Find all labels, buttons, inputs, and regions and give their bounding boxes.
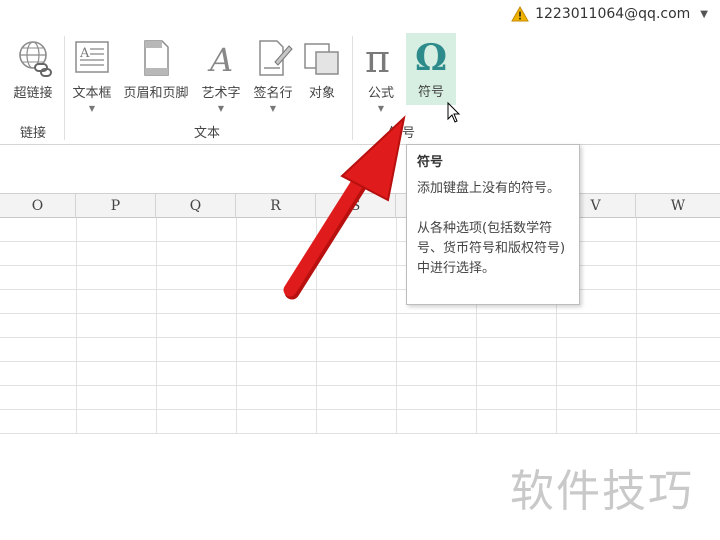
tooltip-description: 添加键盘上没有的符号。 (417, 181, 561, 196)
hyperlink-icon (19, 41, 52, 77)
textbox-icon: A (75, 41, 109, 73)
tooltip-title: 符号 (417, 155, 444, 170)
column-line (156, 218, 157, 433)
row-line (0, 361, 720, 362)
wordart-button[interactable]: A 艺术字 ▼ (196, 34, 246, 118)
column-header-r[interactable]: R (236, 194, 316, 218)
formula-area (0, 146, 720, 194)
chevron-down-icon[interactable]: ▼ (66, 104, 118, 113)
hyperlink-label: 超链接 (13, 86, 53, 101)
group-label-symbols: 符号 (388, 126, 415, 141)
column-line (236, 218, 237, 433)
ribbon-insert: 超链接 A 文本框 ▼ 页眉和页脚 A 艺术字 ▼ 签名行 ▼ 对象 π 公式 … (0, 30, 720, 145)
group-separator (352, 36, 353, 140)
header-footer-label: 页眉和页脚 (123, 86, 189, 101)
column-line (396, 218, 397, 433)
column-header-row: O P Q R S T U V W (0, 194, 720, 218)
chevron-down-icon[interactable]: ▼ (248, 104, 298, 113)
column-line (76, 218, 77, 433)
textbox-button[interactable]: A 文本框 ▼ (66, 34, 118, 118)
signature-line-button[interactable]: 签名行 ▼ (248, 34, 298, 118)
symbol-label: 符号 (417, 85, 444, 100)
svg-text:A: A (79, 46, 90, 61)
column-header-o[interactable]: O (0, 194, 76, 218)
tooltip-details: 从各种选项(包括数学符号、货币符号和版权符号)中进行选择。 (417, 221, 566, 276)
chevron-down-icon[interactable]: ▼ (196, 104, 246, 113)
row-line (0, 385, 720, 386)
group-separator (64, 36, 65, 140)
row-line (0, 289, 720, 290)
svg-text:A: A (207, 41, 233, 78)
row-line (0, 409, 720, 410)
object-icon (304, 43, 339, 75)
group-label-links: 链接 (19, 126, 46, 141)
row-line (0, 265, 720, 266)
column-header-p[interactable]: P (76, 194, 156, 218)
wordart-label: 艺术字 (201, 86, 241, 101)
equation-button[interactable]: π 公式 ▼ (356, 34, 406, 118)
object-label: 对象 (308, 86, 335, 101)
group-label-text: 文本 (193, 126, 220, 141)
row-line (0, 313, 720, 314)
column-header-q[interactable]: Q (156, 194, 236, 218)
header-footer-button[interactable]: 页眉和页脚 (118, 34, 194, 118)
equation-label: 公式 (367, 86, 394, 101)
column-header-w[interactable]: W (636, 194, 720, 218)
textbox-label: 文本框 (72, 86, 112, 101)
warning-icon (511, 6, 529, 22)
row-line (0, 337, 720, 338)
svg-text:Ω: Ω (415, 37, 447, 77)
account-email[interactable]: 1223011064@qq.com (535, 6, 690, 22)
signature-line-icon (259, 40, 293, 76)
symbol-button[interactable]: Ω 符号 (406, 33, 456, 105)
account-area[interactable]: 1223011064@qq.com ▼ (511, 3, 708, 25)
chevron-down-icon[interactable]: ▼ (356, 104, 406, 113)
signature-line-label: 签名行 (253, 86, 293, 101)
hyperlink-button[interactable]: 超链接 (4, 34, 62, 118)
title-bar: 1223011064@qq.com ▼ (0, 0, 720, 30)
watermark: 软件技巧 (510, 466, 694, 517)
header-footer-icon (144, 40, 169, 76)
column-header-s[interactable]: S (316, 194, 396, 218)
chevron-down-icon[interactable]: ▼ (700, 9, 708, 20)
row-line (0, 433, 720, 434)
wordart-icon: A (207, 41, 233, 78)
equation-icon: π (365, 38, 390, 78)
column-line (636, 218, 637, 433)
symbol-tooltip: 符号 添加键盘上没有的符号。 从各种选项(包括数学符号、货币符号和版权符号)中进… (406, 144, 580, 305)
column-line (316, 218, 317, 433)
omega-icon: Ω (415, 37, 447, 77)
svg-text:π: π (365, 38, 390, 78)
object-button[interactable]: 对象 (300, 34, 344, 118)
row-line (0, 241, 720, 242)
